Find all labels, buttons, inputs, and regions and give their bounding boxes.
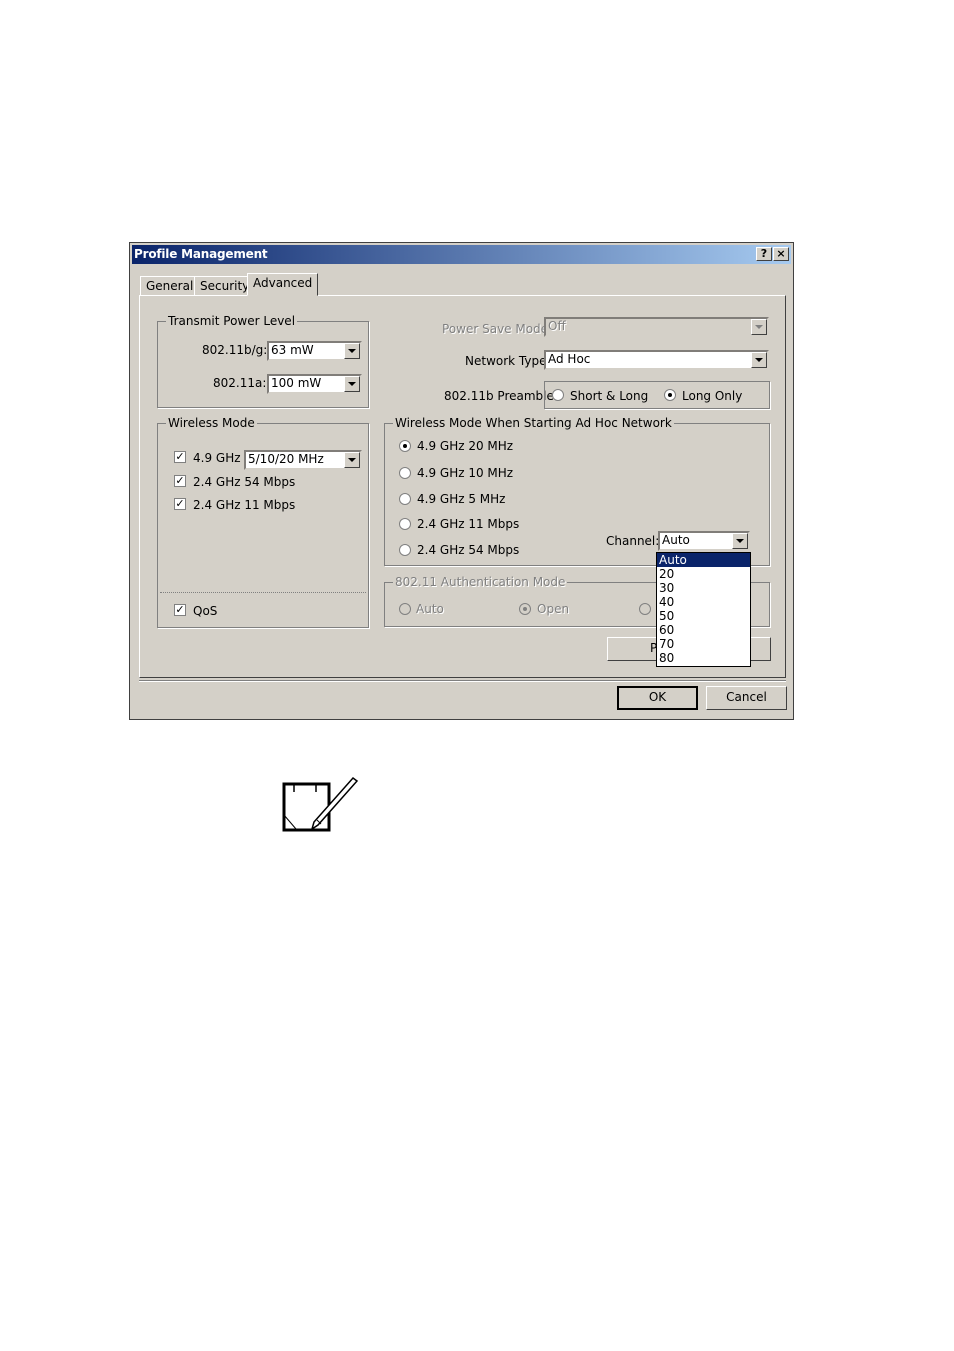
preamble-short-long-label: Short & Long: [570, 389, 649, 403]
adhoc-49-5-label: 4.9 GHz 5 MHz: [417, 492, 506, 506]
channel-option[interactable]: 20: [657, 567, 750, 581]
divider: [160, 592, 366, 593]
tab-advanced[interactable]: Advanced: [247, 273, 319, 296]
preamble-long-only-radio[interactable]: [664, 389, 676, 401]
preamble-short-long-radio[interactable]: [552, 389, 564, 401]
auth-auto-label: Auto: [416, 602, 444, 616]
bg-power-label: 802.11b/g:: [202, 343, 268, 357]
preamble-group: Short & Long Long Only: [544, 381, 770, 409]
transmit-power-group: Transmit Power Level 802.11b/g: 63 mW 80…: [157, 314, 369, 408]
bandwidth-select[interactable]: 5/10/20 MHz: [244, 450, 362, 470]
auth-auto-radio[interactable]: [399, 603, 411, 615]
adhoc-49-10-label: 4.9 GHz 10 MHz: [417, 466, 514, 480]
transmit-power-label: Transmit Power Level: [166, 314, 298, 328]
wireless-mode-group: Wireless Mode ✓ 4.9 GHz 5/10/20 MHz ✓ 2.…: [157, 416, 369, 628]
a-power-value: 100 mW: [271, 376, 322, 390]
auth-open-label: Open: [537, 602, 570, 616]
wm-24ghz-11-checkbox[interactable]: ✓: [174, 498, 186, 510]
bg-power-value: 63 mW: [271, 343, 314, 357]
channel-option[interactable]: 60: [657, 623, 750, 637]
channel-dropdown-list: Auto 20 30 40 50 60 70 80: [656, 552, 751, 667]
power-save-label: Power Save Mode:: [442, 322, 553, 336]
channel-option[interactable]: Auto: [657, 553, 750, 567]
network-type-select[interactable]: Ad Hoc: [544, 350, 769, 370]
wm-49ghz-label: 4.9 GHz: [193, 451, 241, 465]
wm-24ghz-11-label: 2.4 GHz 11 Mbps: [193, 498, 296, 512]
bg-power-select[interactable]: 63 mW: [267, 341, 362, 361]
a-power-label: 802.11a:: [213, 376, 267, 390]
help-button[interactable]: ?: [756, 247, 772, 261]
chevron-down-icon[interactable]: [751, 352, 767, 368]
wm-24ghz-54-label: 2.4 GHz 54 Mbps: [193, 475, 296, 489]
adhoc-49-20-label: 4.9 GHz 20 MHz: [417, 439, 514, 453]
close-icon: ×: [776, 247, 786, 260]
channel-select[interactable]: Auto: [658, 531, 750, 551]
channel-option[interactable]: 40: [657, 595, 750, 609]
cancel-button[interactable]: Cancel: [706, 686, 787, 710]
wm-24ghz-54-checkbox[interactable]: ✓: [174, 475, 186, 487]
bandwidth-value: 5/10/20 MHz: [248, 452, 324, 466]
chevron-down-icon[interactable]: [751, 319, 767, 335]
note-pencil-icon: [282, 776, 359, 832]
channel-option[interactable]: 80: [657, 651, 750, 665]
wm-49ghz-checkbox[interactable]: ✓: [174, 451, 186, 463]
power-save-select[interactable]: Off: [544, 317, 769, 337]
tab-general[interactable]: General: [140, 276, 200, 296]
adhoc-24-11-radio[interactable]: [399, 518, 411, 530]
preamble-long-only-label: Long Only: [682, 389, 743, 403]
adhoc-49-10-radio[interactable]: [399, 467, 411, 479]
a-power-select[interactable]: 100 mW: [267, 374, 362, 394]
adhoc-49-5-radio[interactable]: [399, 493, 411, 505]
channel-option[interactable]: 50: [657, 609, 750, 623]
wireless-mode-label: Wireless Mode: [166, 416, 257, 430]
qos-checkbox[interactable]: ✓: [174, 604, 186, 616]
window-title: Profile Management: [134, 247, 268, 261]
network-type-value: Ad Hoc: [548, 352, 591, 366]
close-button[interactable]: ×: [773, 247, 789, 261]
ok-button[interactable]: OK: [617, 686, 698, 710]
ok-button-label: OK: [648, 690, 667, 704]
adhoc-24-54-radio[interactable]: [399, 544, 411, 556]
title-bar: Profile Management ? ×: [132, 245, 791, 264]
power-save-value: Off: [548, 319, 566, 333]
preamble-label: 802.11b Preamble:: [444, 389, 558, 403]
channel-label: Channel:: [606, 534, 660, 548]
adhoc-24-54-label: 2.4 GHz 54 Mbps: [417, 543, 520, 557]
channel-option[interactable]: 30: [657, 581, 750, 595]
chevron-down-icon[interactable]: [344, 376, 360, 392]
network-type-label: Network Type:: [465, 354, 551, 368]
chevron-down-icon[interactable]: [344, 452, 360, 468]
auth-open-radio[interactable]: [519, 603, 531, 615]
adhoc-mode-group: Wireless Mode When Starting Ad Hoc Netwo…: [384, 416, 770, 566]
adhoc-mode-label: Wireless Mode When Starting Ad Hoc Netwo…: [393, 416, 674, 430]
channel-option[interactable]: 70: [657, 637, 750, 651]
footer-divider: [139, 680, 786, 682]
chevron-down-icon[interactable]: [344, 343, 360, 359]
channel-value: Auto: [662, 533, 690, 547]
auth-mode-label: 802.11 Authentication Mode: [393, 575, 568, 589]
auth-shared-radio[interactable]: [639, 603, 651, 615]
chevron-down-icon[interactable]: [732, 533, 748, 549]
help-icon: ?: [760, 247, 768, 260]
cancel-button-label: Cancel: [726, 690, 767, 704]
adhoc-49-20-radio[interactable]: [399, 440, 411, 452]
profile-management-dialog: Profile Management ? × General Security …: [129, 242, 794, 720]
qos-label: QoS: [193, 604, 218, 618]
adhoc-24-11-label: 2.4 GHz 11 Mbps: [417, 517, 520, 531]
